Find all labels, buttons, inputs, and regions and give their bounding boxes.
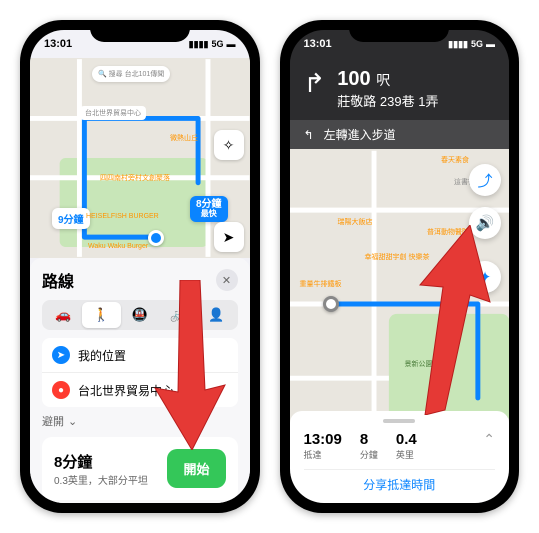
signal-icon: ▮▮▮▮ <box>448 39 468 50</box>
chevron-down-icon: ⌄ <box>68 415 77 428</box>
nav-banner: ↱ 100 呎 莊敬路 239巷 1弄 <box>290 58 510 120</box>
poi-p3: 瑞陽大飯店 <box>338 217 373 227</box>
poi-p6: 重量牛排鐵板 <box>300 279 342 289</box>
notch <box>90 20 190 42</box>
chevron-up-icon[interactable]: ⌃ <box>483 431 495 448</box>
notch <box>349 20 449 42</box>
sheet-title: 路線 <box>42 268 74 292</box>
poi-orange1: 微熱山丘 <box>170 133 198 143</box>
stat-arrival: 13:09 抵達 <box>304 431 342 461</box>
arrival-label: 抵達 <box>304 448 342 461</box>
origin-pin <box>323 296 339 312</box>
mode-rideshare[interactable]: 👤 <box>197 302 235 328</box>
directions-sheet: 路線 ✕ 🚗 🚶 🚇 🚲 👤 ➤ 我的位置 ● 台北世界貿易中心 <box>30 258 250 503</box>
status-right: ▮▮▮▮ 5G ▬ <box>189 39 236 50</box>
signal-icon: ▮▮▮▮ <box>189 39 209 50</box>
route-icon: ⤴ <box>477 170 492 191</box>
phone-right: 13:01 ▮▮▮▮ 5G ▬ ↱ 100 呎 莊敬路 239巷 1弄 ↰ 左轉… <box>280 20 520 513</box>
map-3d-button[interactable]: ✧ <box>214 130 244 160</box>
nav-distance: 100 <box>337 68 370 90</box>
nav-text: 100 呎 莊敬路 239巷 1弄 <box>337 68 438 110</box>
time-label: 分鐘 <box>360 448 378 461</box>
poi-burger: HEISELFISH BURGER <box>86 213 159 220</box>
phone-left: 13:01 ▮▮▮▮ 5G ▬ 9分鐘 8分鐘 最快 🔍 搜尋 台北101傳聞 … <box>20 20 260 513</box>
time-value: 8 <box>360 431 378 448</box>
screen-left: 13:01 ▮▮▮▮ 5G ▬ 9分鐘 8分鐘 最快 🔍 搜尋 台北101傳聞 … <box>30 30 250 503</box>
screen-right: 13:01 ▮▮▮▮ 5G ▬ ↱ 100 呎 莊敬路 239巷 1弄 ↰ 左轉… <box>290 30 510 503</box>
mode-transit[interactable]: 🚇 <box>121 302 159 328</box>
poi-waku: Waku Waku Burger <box>88 243 148 250</box>
arrival-value: 13:09 <box>304 431 342 448</box>
bike-icon: 🚲 <box>170 307 186 322</box>
speaker-icon: 🔊 <box>476 214 495 232</box>
ar-button[interactable]: ✦ <box>469 261 501 293</box>
audio-button[interactable]: 🔊 <box>469 207 501 239</box>
to-row[interactable]: ● 台北世界貿易中心 <box>42 372 238 407</box>
network-label: 5G <box>211 39 223 49</box>
locate-button[interactable]: ➤ <box>214 222 244 252</box>
turn-right-icon: ↱ <box>304 68 326 96</box>
route-overview-button[interactable]: ⤴ <box>469 164 501 196</box>
route-time: 8分鐘 <box>54 451 148 472</box>
nav-sub-text: 左轉進入步道 <box>324 126 396 143</box>
poi-p5: 幸福甜甜宇創 快樂茶 <box>365 252 430 262</box>
search-icon: 🔍 <box>98 71 109 78</box>
battery-icon: ▬ <box>486 39 495 49</box>
poi-food: 四四南村旁村文創聚落 <box>100 173 170 183</box>
alt-time-badge: 9分鐘 <box>52 208 90 229</box>
location-arrow-icon: ➤ <box>52 346 70 364</box>
location-box: ➤ 我的位置 ● 台北世界貿易中心 <box>42 338 238 407</box>
route-detail: 0.3英里，大部分平坦 <box>54 472 148 487</box>
transport-mode-bar: 🚗 🚶 🚇 🚲 👤 <box>42 300 238 330</box>
map-view[interactable]: 9分鐘 8分鐘 最快 🔍 搜尋 台北101傳聞 台北世界貿易中心 四四南村旁村文… <box>30 58 250 258</box>
distance-label: 英里 <box>396 448 417 461</box>
poi-center: 台北世界貿易中心 <box>80 106 146 120</box>
mode-car[interactable]: 🚗 <box>44 302 82 328</box>
ar-icon: ✦ <box>479 268 492 286</box>
current-location-pin <box>148 230 164 246</box>
status-time: 13:01 <box>44 38 72 50</box>
search-pill[interactable]: 🔍 搜尋 台北101傳聞 <box>92 66 170 82</box>
nav-substep: ↰ 左轉進入步道 <box>290 120 510 149</box>
to-label: 台北世界貿易中心 <box>78 382 174 399</box>
poi-p4: 普洱動物醫院 <box>427 227 469 237</box>
avoid-row[interactable]: 避開 ⌄ <box>42 413 238 429</box>
stats-row: 13:09 抵達 8 分鐘 0.4 英里 ⌃ <box>304 431 496 461</box>
location-arrow-icon: ➤ <box>223 229 235 246</box>
from-label: 我的位置 <box>78 347 126 364</box>
route-card[interactable]: 8分鐘 0.3英里，大部分平坦 開始 <box>42 437 238 500</box>
best-label: 最快 <box>196 210 222 219</box>
stat-time: 8 分鐘 <box>360 431 378 461</box>
close-button[interactable]: ✕ <box>216 269 238 291</box>
mode-bike[interactable]: 🚲 <box>159 302 197 328</box>
share-eta-button[interactable]: 分享抵達時間 <box>304 469 496 493</box>
mode-walk[interactable]: 🚶 <box>82 302 120 328</box>
nav-street: 莊敬路 239巷 1弄 <box>337 91 438 110</box>
poi-p1: 春天素食 <box>441 155 469 165</box>
pin-icon: ● <box>52 381 70 399</box>
avoid-label: 避開 <box>42 413 64 429</box>
go-button[interactable]: 開始 <box>167 449 225 488</box>
network-label: 5G <box>471 39 483 49</box>
grabber[interactable] <box>383 419 415 423</box>
nav-bottom-bar[interactable]: 13:09 抵達 8 分鐘 0.4 英里 ⌃ 分享抵達時間 <box>290 411 510 503</box>
compass-icon: ✧ <box>223 137 235 154</box>
turn-left-icon: ↰ <box>304 128 314 142</box>
poi-p7: 景新公園 <box>405 359 433 369</box>
route-info: 8分鐘 0.3英里，大部分平坦 <box>54 451 148 487</box>
from-row[interactable]: ➤ 我的位置 <box>42 338 238 372</box>
status-right: ▮▮▮▮ 5G ▬ <box>448 39 495 50</box>
rideshare-icon: 👤 <box>208 307 224 322</box>
status-time: 13:01 <box>304 38 332 50</box>
stat-distance: 0.4 英里 <box>396 431 417 461</box>
walk-icon: 🚶 <box>93 307 109 322</box>
nav-unit: 呎 <box>376 72 390 88</box>
car-icon: 🚗 <box>55 307 71 322</box>
distance-value: 0.4 <box>396 431 417 448</box>
battery-icon: ▬ <box>227 39 236 49</box>
transit-icon: 🚇 <box>132 307 148 322</box>
close-icon: ✕ <box>222 274 231 287</box>
best-time-badge: 8分鐘 最快 <box>190 196 228 222</box>
